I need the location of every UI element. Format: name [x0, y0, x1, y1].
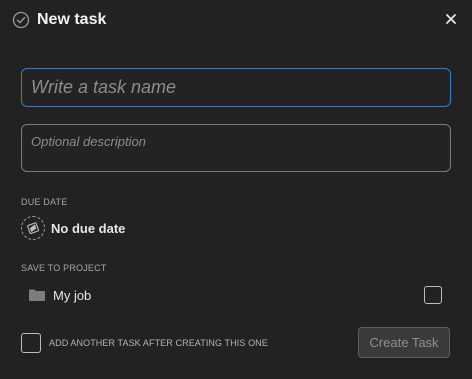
- due-date-value: No due date: [51, 220, 126, 236]
- create-task-button[interactable]: Create Task: [358, 327, 450, 358]
- due-date-selector[interactable]: No due date: [21, 215, 125, 241]
- close-button[interactable]: [444, 12, 458, 26]
- dialog-title: New task: [37, 11, 107, 28]
- dialog-header: New task: [12, 10, 460, 30]
- task-name-input[interactable]: [21, 68, 451, 107]
- calendar-flag-icon: [21, 216, 45, 240]
- project-item[interactable]: My job: [28, 285, 91, 305]
- due-date-label: DUE DATE: [21, 197, 68, 207]
- check-circle-icon: [12, 11, 30, 29]
- folder-icon: [28, 288, 46, 302]
- close-icon: [446, 14, 456, 24]
- new-task-dialog: New task DUE DATE No due date SAVE TO PR…: [0, 0, 472, 379]
- add-another-task-label: ADD ANOTHER TASK AFTER CREATING THIS ONE: [49, 338, 268, 348]
- add-another-task-checkbox[interactable]: [21, 333, 41, 353]
- project-name: My job: [53, 287, 92, 303]
- description-input[interactable]: [21, 124, 451, 172]
- project-checkbox[interactable]: [424, 286, 442, 304]
- project-label: SAVE TO PROJECT: [21, 263, 107, 273]
